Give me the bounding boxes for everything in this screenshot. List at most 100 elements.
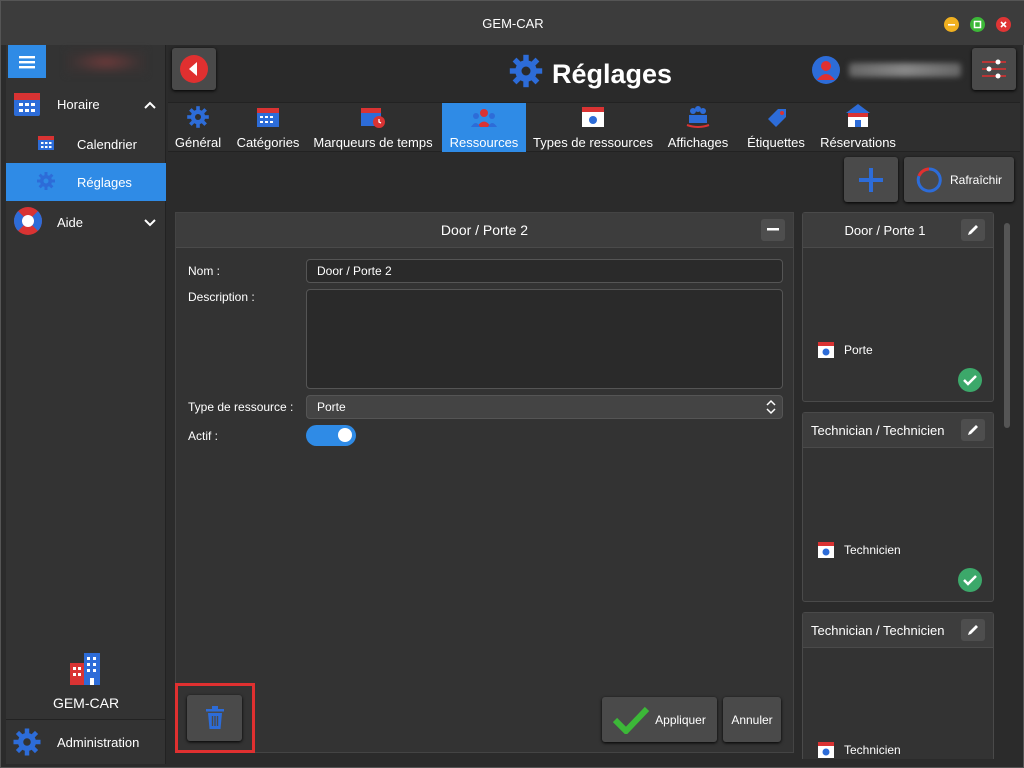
tab-label: Général — [174, 135, 222, 150]
calendar-icon — [36, 134, 56, 155]
sidebar-item-label: Réglages — [77, 174, 132, 190]
card-type-label: Porte — [844, 343, 873, 357]
settings-tabs: Général Catégories Marqueurs de temps Re… — [168, 103, 1020, 152]
back-button[interactable] — [172, 48, 216, 90]
tag-icon — [764, 105, 788, 132]
minus-icon — [767, 228, 779, 231]
title-bar: GEM-CAR — [1, 1, 1024, 45]
tab-ressources[interactable]: Ressources — [442, 103, 526, 152]
tab-affichages[interactable]: Affichages — [664, 103, 732, 152]
edit-button[interactable] — [961, 619, 985, 641]
maximize-icon — [973, 20, 982, 29]
minimize-icon — [948, 24, 955, 26]
calendar-icon — [256, 105, 280, 132]
administration-button[interactable]: Administration — [6, 719, 166, 764]
card-type-label: Technicien — [844, 743, 901, 757]
refresh-button[interactable]: Rafraîchir — [904, 157, 1014, 202]
administration-label: Administration — [57, 734, 140, 750]
sidebar-item-reglages[interactable]: Réglages — [6, 163, 166, 201]
panel-header: Door / Porte 2 — [176, 213, 793, 248]
options-button[interactable] — [972, 48, 1016, 90]
store-icon — [845, 103, 871, 132]
active-toggle[interactable] — [306, 425, 356, 446]
apply-button[interactable]: Appliquer — [602, 697, 717, 742]
avatar-icon — [812, 56, 840, 84]
user-profile[interactable] — [811, 54, 961, 86]
cancel-button[interactable]: Annuler — [723, 697, 781, 742]
chevron-up-icon — [144, 97, 156, 112]
tab-marqueurs[interactable]: Marqueurs de temps — [310, 103, 436, 152]
sidebar-item-aide[interactable]: Aide — [6, 203, 166, 241]
check-circle-icon — [958, 568, 982, 592]
user-name-blurred — [849, 63, 961, 77]
back-arrow-icon — [180, 55, 208, 83]
gear-icon — [186, 105, 210, 132]
resource-card[interactable]: Door / Porte 1 Porte — [802, 212, 994, 402]
tab-general[interactable]: Général — [168, 103, 228, 152]
header: Réglages — [168, 45, 1020, 103]
maximize-button[interactable] — [970, 17, 985, 32]
gear-icon — [508, 53, 544, 96]
name-input-value: Door / Porte 2 — [317, 264, 392, 278]
check-circle-icon — [958, 368, 982, 392]
collapse-button[interactable] — [761, 219, 785, 241]
add-button[interactable] — [844, 157, 898, 202]
sidebar-item-label: Horaire — [57, 96, 100, 112]
tab-etiquettes[interactable]: Étiquettes — [742, 103, 810, 152]
minimize-button[interactable] — [944, 17, 959, 32]
blurred-logo — [66, 49, 146, 75]
building-icon — [70, 653, 100, 685]
resource-type-select[interactable]: Porte — [306, 395, 783, 419]
brand-name: GEM-CAR — [52, 695, 120, 711]
scrollbar[interactable] — [1004, 223, 1010, 428]
window-title: GEM-CAR — [482, 15, 544, 31]
name-label: Nom : — [188, 264, 221, 278]
gear-icon — [12, 727, 42, 760]
tab-label: Types de ressources — [533, 135, 653, 150]
calendar-icon — [12, 88, 42, 121]
checkmark-icon — [613, 706, 650, 734]
panel-title: Door / Porte 2 — [440, 222, 529, 238]
edit-button[interactable] — [961, 419, 985, 441]
close-button[interactable] — [996, 17, 1011, 32]
description-label: Description : — [188, 290, 255, 304]
team-icon — [685, 105, 711, 132]
tab-label: Marqueurs de temps — [313, 135, 433, 150]
name-input[interactable]: Door / Porte 2 — [306, 259, 783, 283]
users-icon — [471, 107, 497, 132]
id-card-icon — [581, 105, 605, 132]
tab-label: Étiquettes — [747, 135, 805, 150]
chevron-down-icon — [144, 215, 156, 230]
hamburger-menu-button[interactable] — [8, 45, 46, 78]
sliders-icon — [982, 59, 1006, 79]
tab-categories[interactable]: Catégories — [232, 103, 304, 152]
plus-icon — [859, 167, 883, 192]
sidebar-item-label: Aide — [57, 214, 84, 230]
card-type: Technicien — [817, 741, 901, 759]
tab-reservations[interactable]: Réservations — [816, 103, 900, 152]
resource-card[interactable]: Technician / Technicien Technicien — [802, 412, 994, 602]
edit-button[interactable] — [961, 219, 985, 241]
toggle-knob — [338, 428, 352, 442]
card-title: Technician / Technicien — [811, 622, 945, 638]
card-title: Door / Porte 1 — [844, 222, 926, 238]
gear-icon — [36, 171, 56, 194]
active-label: Actif : — [188, 429, 219, 443]
sidebar-item-calendrier[interactable]: Calendrier — [6, 125, 166, 163]
resource-card[interactable]: Technician / Technicien Technicien — [802, 612, 994, 759]
sidebar-item-horaire[interactable]: Horaire — [6, 85, 166, 123]
resource-card-list: Door / Porte 1 Porte Technician / Techni… — [801, 212, 995, 759]
calendar-clock-icon — [360, 105, 386, 132]
id-card-icon — [818, 542, 834, 558]
app-window: GEM-CAR Horaire Calendrier Réglages Aide… — [0, 0, 1024, 768]
apply-label: Appliquer — [655, 712, 706, 727]
hamburger-icon — [19, 55, 35, 68]
page-title-text: Réglages — [552, 59, 673, 89]
card-type: Porte — [817, 341, 873, 359]
tab-label: Affichages — [667, 135, 729, 150]
tab-types-ressources[interactable]: Types de ressources — [532, 103, 654, 152]
description-textarea[interactable] — [306, 289, 783, 389]
refresh-label: Rafraîchir — [949, 172, 1002, 187]
resource-type-value: Porte — [317, 400, 346, 414]
tab-label: Catégories — [236, 135, 300, 150]
